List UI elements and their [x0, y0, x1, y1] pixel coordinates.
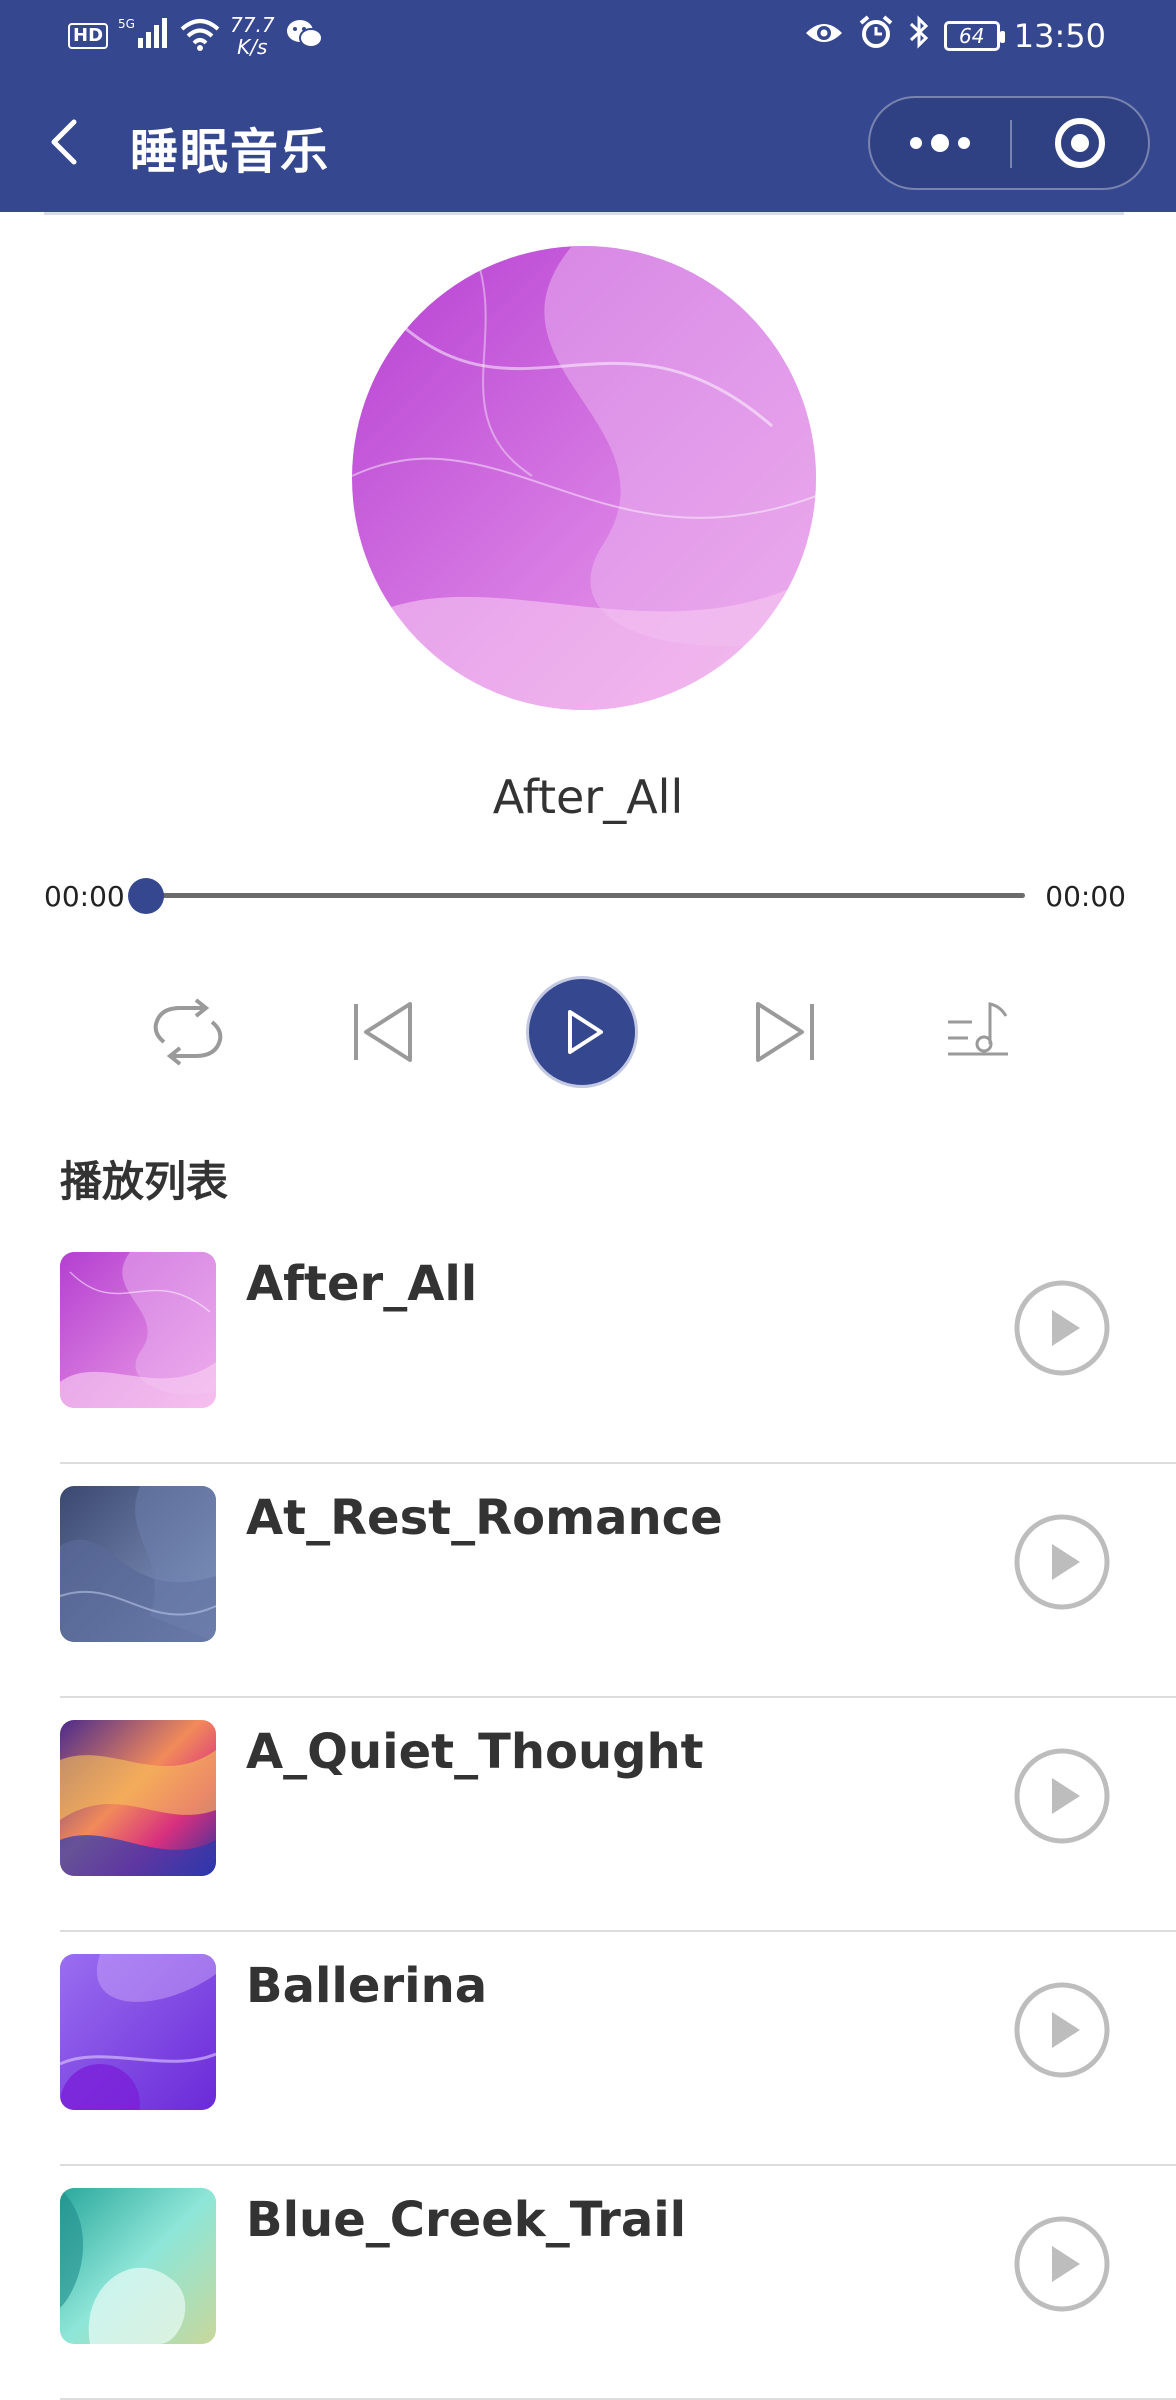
wifi-icon: [180, 17, 220, 55]
song-thumbnail: [60, 1954, 216, 2110]
skip-previous-icon: [354, 1002, 412, 1062]
menu-capsule: [868, 96, 1150, 190]
song-name: Blue_Creek_Trail: [246, 2192, 687, 2248]
bluetooth-icon: [908, 14, 930, 58]
playlist-heading: 播放列表: [60, 1157, 229, 1206]
page-title: 睡眠音乐: [130, 124, 331, 180]
song-thumbnail: [60, 1486, 216, 1642]
playlist: After_All At_Rest_Romance A_Quiet_Though…: [0, 1230, 1176, 2400]
nav-bar: 睡眠音乐: [0, 72, 1176, 212]
progress-thumb[interactable]: [128, 878, 164, 914]
song-thumbnail: [60, 1720, 216, 1876]
song-name: Ballerina: [246, 1958, 488, 2014]
skip-next-icon: [756, 1002, 814, 1062]
item-play-button[interactable]: [1012, 1512, 1112, 1612]
signal-icon: 5G: [118, 16, 170, 56]
item-play-button[interactable]: [1012, 1746, 1112, 1846]
hd-badge: HD: [68, 23, 109, 49]
total-time: 00:00: [1045, 880, 1126, 913]
music-page: HD 5G 77.7 K/s 64 13:50 睡眠音乐 After_All 0…: [0, 0, 1176, 2400]
song-name: A_Quiet_Thought: [246, 1724, 704, 1780]
net-speed: 77.7 K/s: [230, 14, 275, 58]
eye-icon: [804, 17, 844, 55]
clock: 13:50: [1013, 17, 1106, 55]
play-circle-icon: [1014, 2216, 1110, 2312]
music-list-icon: [948, 1002, 1008, 1056]
header-divider: [44, 212, 1124, 215]
play-circle-icon: [1014, 1748, 1110, 1844]
current-time: 00:00: [44, 880, 125, 913]
playlist-item[interactable]: Blue_Creek_Trail: [0, 2166, 1176, 2400]
current-song-title: After_All: [492, 770, 684, 824]
net-speed-value: 77.7: [230, 13, 275, 37]
net-speed-unit: K/s: [237, 35, 268, 59]
play-circle-icon: [1014, 1280, 1110, 1376]
target-circle-icon: [1055, 118, 1105, 168]
status-right: 64 13:50: [804, 12, 1106, 60]
repeat-button[interactable]: [146, 994, 230, 1070]
close-miniprogram-button[interactable]: [1012, 98, 1150, 188]
back-button[interactable]: [40, 108, 96, 176]
song-name: After_All: [246, 1256, 478, 1312]
song-name: At_Rest_Romance: [246, 1490, 723, 1546]
chevron-left-icon: [51, 119, 77, 165]
item-play-button[interactable]: [1012, 1980, 1112, 2080]
more-dots-icon: [910, 134, 970, 152]
playlist-item[interactable]: A_Quiet_Thought: [0, 1698, 1176, 1932]
play-icon: [568, 1010, 603, 1054]
song-thumbnail: [60, 1252, 216, 1408]
next-button[interactable]: [748, 996, 820, 1068]
wechat-icon: [285, 18, 323, 54]
status-bar: HD 5G 77.7 K/s 64 13:50: [0, 0, 1176, 72]
item-play-button[interactable]: [1012, 2214, 1112, 2314]
progress-track[interactable]: [145, 893, 1025, 898]
song-thumbnail: [60, 2188, 216, 2344]
repeat-icon: [153, 998, 223, 1066]
status-left: HD 5G 77.7 K/s: [68, 12, 323, 60]
network-type: 5G: [118, 17, 135, 31]
album-art: [352, 246, 816, 710]
item-play-button[interactable]: [1012, 1278, 1112, 1378]
battery-icon: 64: [943, 21, 1005, 51]
playlist-item[interactable]: Ballerina: [0, 1932, 1176, 2166]
play-circle-icon: [1014, 1982, 1110, 2078]
previous-button[interactable]: [348, 996, 420, 1068]
play-circle-icon: [1014, 1514, 1110, 1610]
more-button[interactable]: [870, 98, 1010, 188]
alarm-icon: [858, 14, 894, 58]
playlist-button[interactable]: [946, 994, 1012, 1070]
play-button[interactable]: [526, 976, 638, 1088]
playlist-item[interactable]: After_All: [0, 1230, 1176, 1464]
playlist-item[interactable]: At_Rest_Romance: [0, 1464, 1176, 1698]
